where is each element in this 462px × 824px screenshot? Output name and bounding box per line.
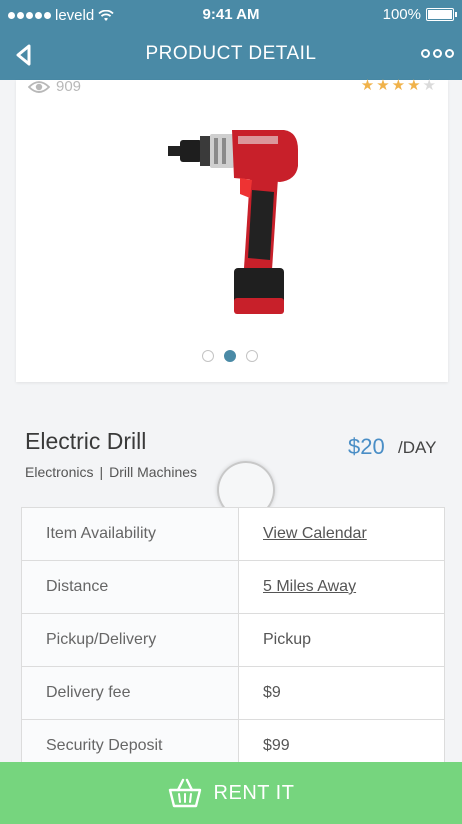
category-separator: | (99, 464, 104, 480)
detail-label: Item Availability (21, 507, 239, 561)
nav-bar: PRODUCT DETAIL (0, 30, 462, 80)
price-unit: /DAY (398, 438, 437, 457)
star-icon: ★ (391, 77, 406, 94)
subcategory-link[interactable]: Drill Machines (109, 464, 197, 480)
detail-link[interactable]: View Calendar (263, 525, 367, 542)
category-link[interactable]: Electronics (25, 464, 93, 480)
rent-button[interactable]: RENT IT (0, 762, 462, 824)
basket-icon (168, 778, 201, 808)
view-count: 909 (28, 78, 81, 95)
table-row: Delivery fee $9 (21, 666, 445, 720)
star-icon: ★ (376, 77, 390, 94)
star-icon: ★ (422, 77, 436, 94)
product-image-card: 909 ★ ★ ★ ★ ★ (16, 78, 448, 382)
star-rating: ★ ★ ★ ★ ★ (361, 78, 436, 93)
battery-fill (428, 10, 452, 19)
table-row: Distance 5 Miles Away (21, 560, 445, 614)
eye-icon (28, 80, 50, 93)
table-row: Pickup/Delivery Pickup (21, 613, 445, 667)
detail-value-cell: Pickup (238, 613, 445, 667)
product-categories: Electronics | Drill Machines (25, 464, 197, 480)
battery-icon (426, 8, 457, 21)
more-options-icon[interactable] (421, 49, 454, 58)
detail-label: Pickup/Delivery (21, 613, 239, 667)
view-count-value: 909 (56, 78, 82, 95)
product-title: Electric Drill (25, 428, 147, 454)
status-bar: leveld 9:41 AM 100% (0, 0, 462, 30)
star-icon: ★ (407, 77, 421, 94)
pager-dot[interactable] (224, 350, 236, 362)
detail-value-cell: 5 Miles Away (238, 560, 445, 614)
detail-link[interactable]: 5 Miles Away (263, 578, 356, 595)
pager-dot[interactable] (202, 350, 214, 362)
table-row: Item Availability View Calendar (21, 507, 445, 561)
pager-dot[interactable] (246, 350, 258, 362)
rent-button-label: RENT IT (213, 781, 295, 804)
detail-label: Distance (21, 560, 239, 614)
detail-value: $99 (263, 737, 290, 754)
battery-group: 100% (382, 6, 457, 23)
price-value: $20 (348, 434, 385, 459)
image-pager (202, 350, 258, 362)
page-title: PRODUCT DETAIL (145, 43, 317, 64)
product-image[interactable] (164, 120, 304, 330)
detail-label: Delivery fee (21, 666, 239, 720)
battery-percent: 100% (382, 6, 421, 23)
detail-value: Pickup (263, 631, 312, 648)
star-icon: ★ (360, 77, 375, 94)
detail-value-cell: $9 (238, 666, 445, 720)
details-table: Item Availability View Calendar Distance 5 … (21, 507, 445, 773)
detail-value-cell: View Calendar (238, 507, 445, 561)
detail-value: $9 (263, 684, 281, 701)
